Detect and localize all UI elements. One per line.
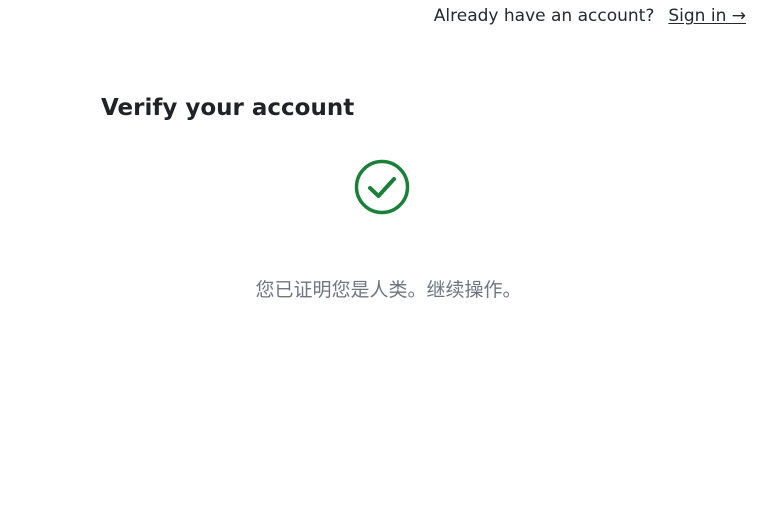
header-bar: Already have an account? Sign in →	[434, 4, 746, 28]
account-prompt-text: Already have an account?	[433, 6, 655, 26]
check-circle-icon	[354, 159, 410, 215]
page-title: Verify your account	[101, 95, 355, 121]
verification-status-message: 您已证明您是人类。继续操作。	[255, 279, 522, 301]
sign-in-link[interactable]: Sign in →	[668, 4, 746, 28]
